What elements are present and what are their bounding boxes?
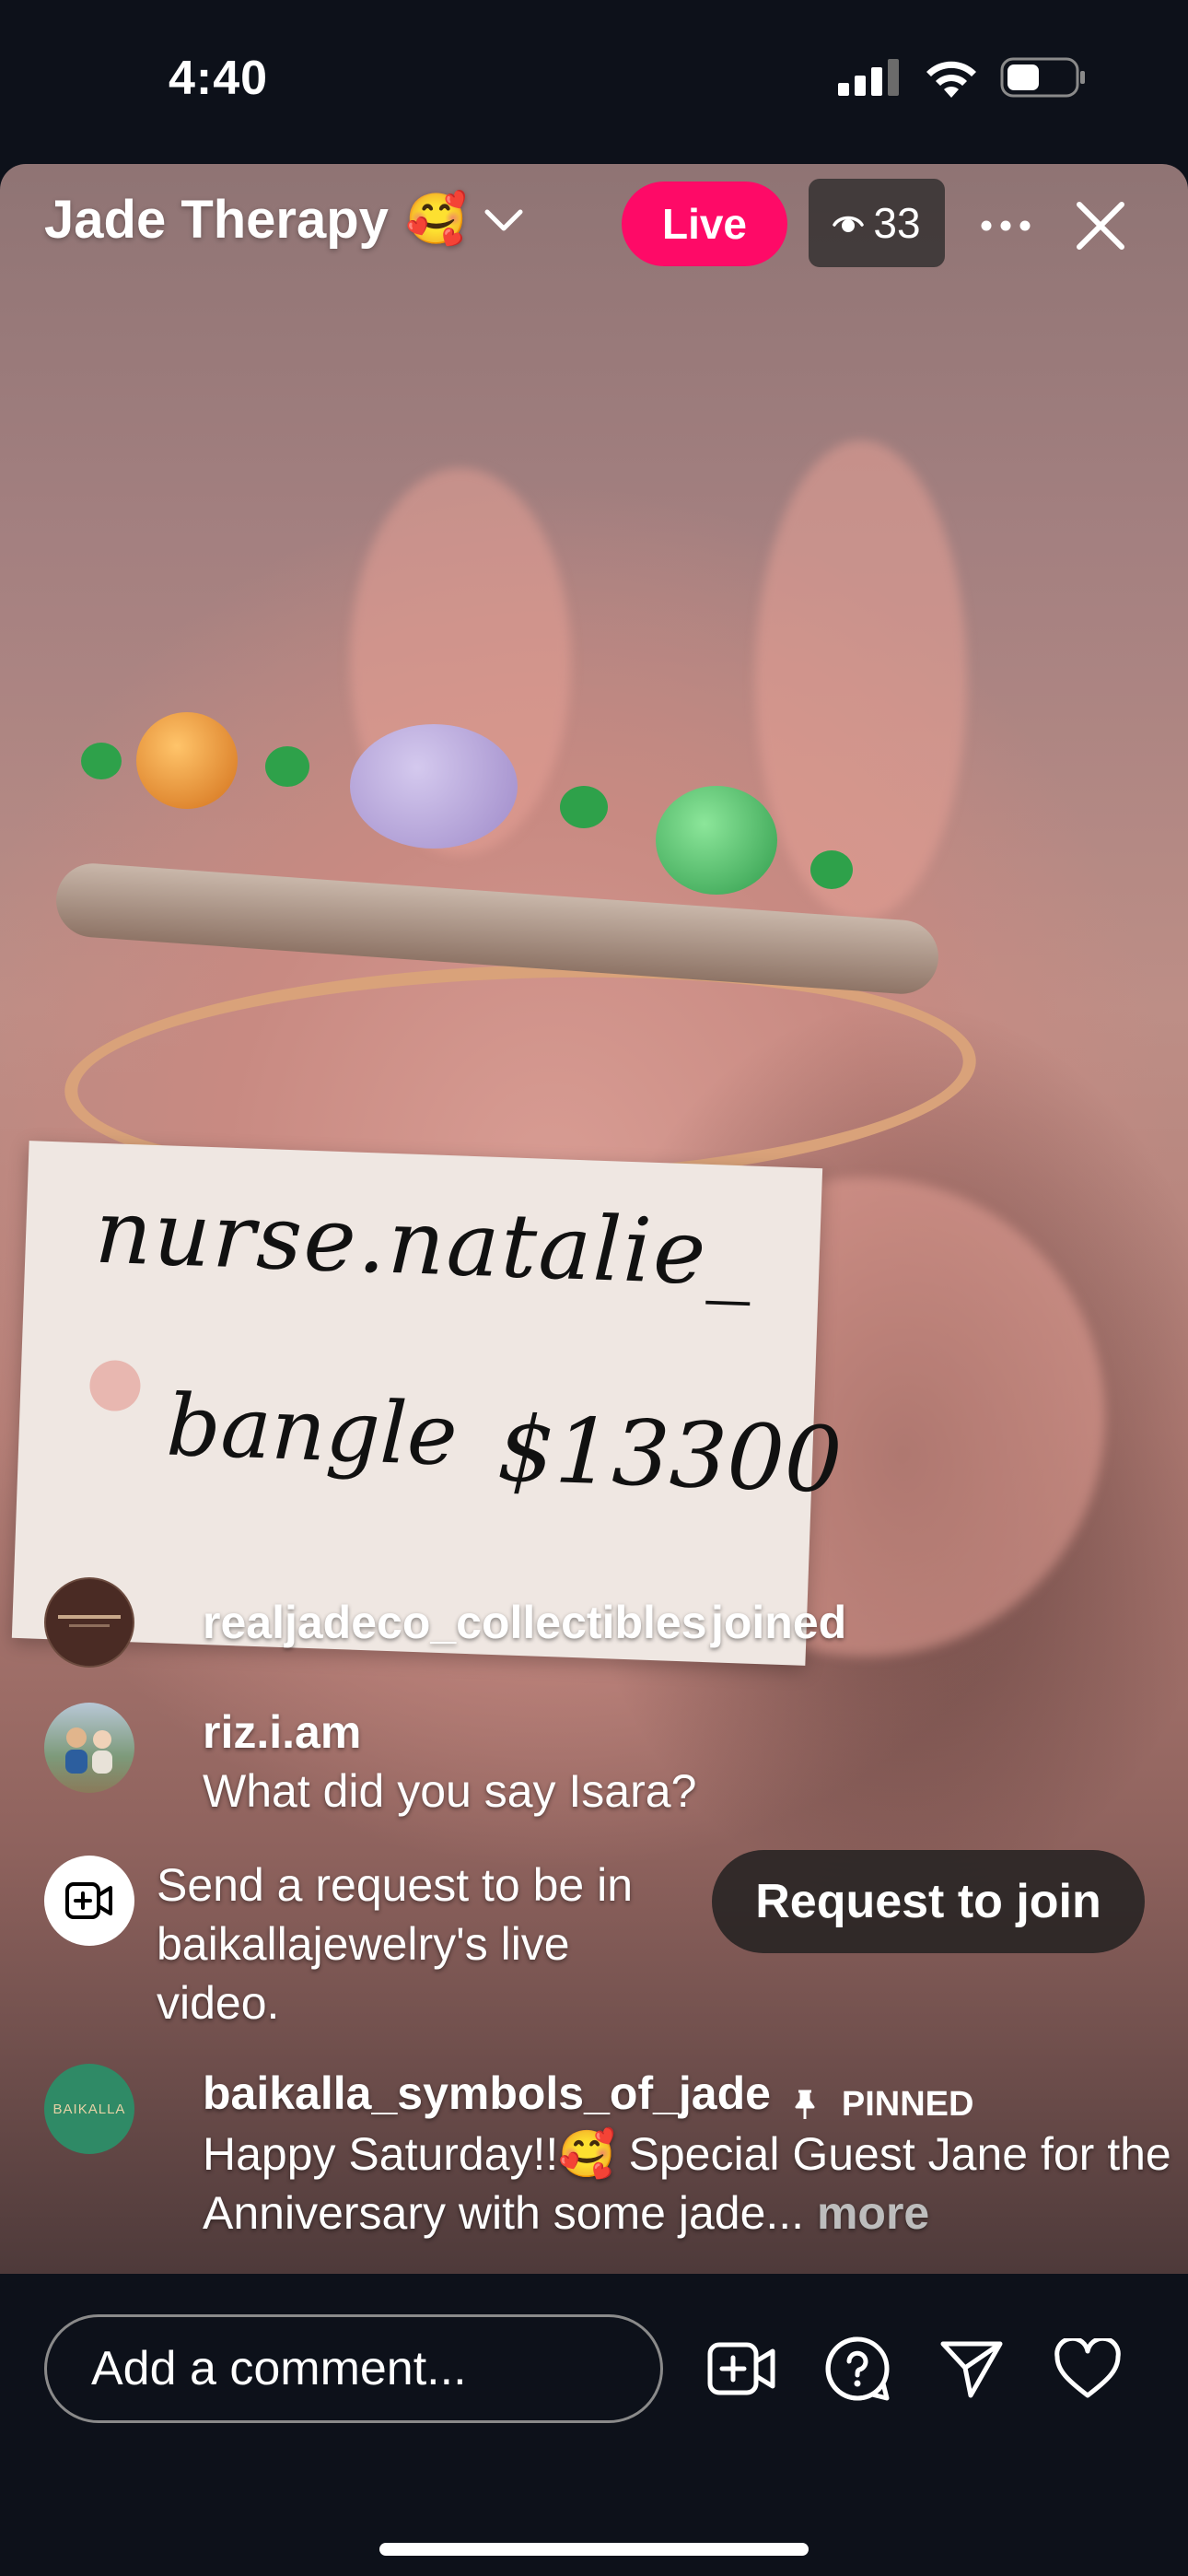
live-badge: Live: [622, 181, 787, 266]
status-bar: 4:40: [0, 0, 1188, 161]
request-icon-circle: [44, 1856, 134, 1946]
question-icon: [825, 2336, 890, 2401]
small-green-gem: [560, 786, 608, 828]
comment-joined: realjadeco_collectibles joined: [44, 1577, 846, 1668]
comment-text: joined: [710, 1597, 847, 1648]
bottom-bar: Add a comment...: [0, 2274, 1188, 2576]
close-button[interactable]: [1068, 193, 1133, 258]
more-link[interactable]: more: [817, 2187, 929, 2239]
heart-icon: [1054, 2338, 1121, 2398]
orange-jade-gem: [136, 712, 238, 809]
comment: riz.i.am What did you say Isara?: [44, 1703, 696, 1821]
brand-logo-icon: [58, 1615, 121, 1627]
avatar[interactable]: [44, 1577, 134, 1668]
video-add-icon: [65, 1882, 112, 1919]
pinned-comment: BAIKALLA baikalla_symbols_of_jade PINNED…: [44, 2064, 1188, 2242]
avatar[interactable]: [44, 1703, 134, 1793]
more-icon: [981, 220, 1031, 231]
battery-icon: [1000, 57, 1085, 98]
chevron-down-icon: [484, 209, 523, 230]
avatar[interactable]: BAIKALLA: [44, 2064, 134, 2154]
close-icon: [1077, 202, 1124, 250]
join-request-notice: Send a request to be in baikallajewelry'…: [44, 1856, 700, 2032]
tag-item: bangle: [165, 1376, 460, 1485]
small-green-gem: [265, 746, 309, 787]
like-button[interactable]: [1046, 2327, 1129, 2410]
share-button[interactable]: [930, 2327, 1013, 2410]
avatar-brand-text: BAIKALLA: [52, 2101, 126, 2117]
comment-input[interactable]: Add a comment...: [44, 2314, 663, 2423]
comment-username[interactable]: baikalla_symbols_of_jade: [203, 2067, 771, 2119]
title-emoji: 🥰: [404, 192, 468, 247]
people-icon: [65, 1727, 112, 1774]
more-options-button[interactable]: [978, 193, 1033, 258]
tag-hole: [88, 1359, 142, 1412]
eye-icon: [833, 216, 865, 232]
signal-icon: [838, 59, 899, 96]
green-jade-gem: [656, 786, 777, 895]
small-green-gem: [810, 850, 853, 889]
request-to-join-button[interactable]: Request to join: [712, 1850, 1145, 1953]
lavender-jade-gem: [350, 724, 518, 849]
video-add-icon: [707, 2342, 775, 2395]
status-icons: [838, 57, 1087, 98]
finger-shade: [755, 440, 967, 919]
comment-text: What did you say Isara?: [203, 1765, 697, 1817]
comment-username[interactable]: riz.i.am: [203, 1703, 696, 1762]
viewer-count-value: 33: [873, 199, 921, 247]
video-request-button[interactable]: [700, 2327, 783, 2410]
broadcast-title-text: Jade Therapy: [44, 190, 389, 250]
join-request-text: Send a request to be in baikallajewelry'…: [157, 1859, 634, 2029]
comment-text: Happy Saturday!!🥰 Special Guest Jane for…: [203, 2128, 1171, 2240]
comment-username[interactable]: realjadeco_collectibles: [203, 1597, 707, 1648]
wifi-icon: [926, 61, 976, 98]
send-icon: [940, 2341, 1003, 2398]
tag-username: nurse.natalie_: [93, 1179, 756, 1306]
pinned-label: PINNED: [841, 2085, 974, 2125]
broadcast-title[interactable]: Jade Therapy 🥰: [44, 189, 524, 251]
home-indicator[interactable]: [379, 2543, 809, 2556]
pin-icon: [795, 2090, 815, 2119]
viewer-count[interactable]: 33: [809, 179, 945, 267]
small-green-gem: [81, 743, 122, 779]
status-time: 4:40: [169, 52, 269, 105]
tag-price: $13300: [495, 1397, 844, 1515]
question-button[interactable]: [816, 2327, 899, 2410]
